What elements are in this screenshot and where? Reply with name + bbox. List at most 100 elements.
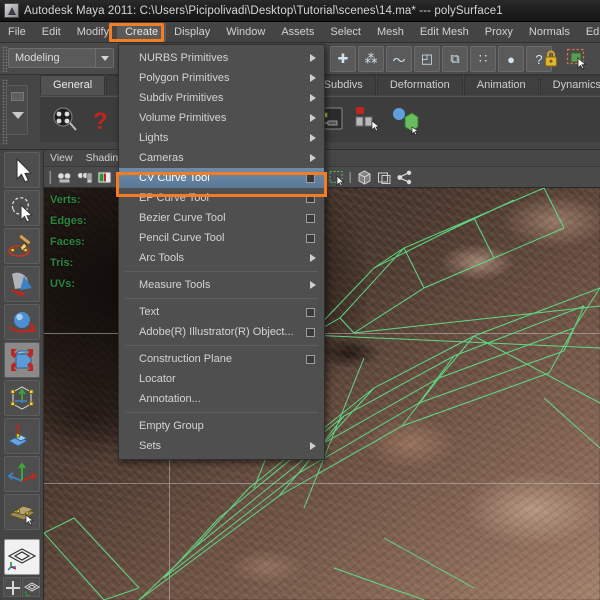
bookmark-icon[interactable] xyxy=(96,169,113,186)
option-box-icon[interactable] xyxy=(306,327,315,337)
hypershade-icon[interactable] xyxy=(396,169,413,186)
viewport-menu-view[interactable]: View xyxy=(50,152,73,164)
menu-window[interactable]: Window xyxy=(218,23,273,42)
option-box-icon[interactable] xyxy=(306,173,315,183)
scale-tool-icon[interactable] xyxy=(3,342,40,378)
make-live-icon[interactable]: ● xyxy=(498,46,524,72)
menu-item-lights[interactable]: Lights xyxy=(119,128,324,148)
menu-item-ep-curve-tool[interactable]: EP Curve Tool xyxy=(119,188,324,208)
menu-item-label: Adobe(R) Illustrator(R) Object... xyxy=(139,326,294,338)
menu-item-label: Measure Tools xyxy=(139,279,211,291)
rotate-tool-icon[interactable] xyxy=(3,304,40,340)
select-camera-icon[interactable] xyxy=(56,169,73,186)
guide-line-horizontal-2 xyxy=(44,483,600,484)
menu-proxy[interactable]: Proxy xyxy=(477,23,521,42)
selection-region-icon[interactable] xyxy=(566,48,588,70)
menu-item-empty-group[interactable]: Empty Group xyxy=(119,416,324,436)
menu-item-label: Cameras xyxy=(139,152,184,164)
menu-item-adobe-r-illustrator-r-object[interactable]: Adobe(R) Illustrator(R) Object... xyxy=(119,322,324,342)
move-tool-icon[interactable] xyxy=(3,266,40,302)
menu-item-volume-primitives[interactable]: Volume Primitives xyxy=(119,108,324,128)
snap-curve-icon[interactable]: ⁂ xyxy=(358,46,384,72)
menu-item-polygon-primitives[interactable]: Polygon Primitives xyxy=(119,68,324,88)
snap-surface-icon[interactable]: 〜 xyxy=(386,46,412,72)
menu-edit-curv[interactable]: Edit Curv xyxy=(578,23,600,42)
snap-button-group: ✚ ⁂ 〜 ◰ ⧉ ∷ ●? xyxy=(330,46,552,72)
menu-item-label: Text xyxy=(139,306,160,318)
submenu-arrow-icon xyxy=(310,281,316,289)
menu-edit[interactable]: Edit xyxy=(34,23,69,42)
panel-grip[interactable] xyxy=(48,169,53,186)
svg-text:?: ? xyxy=(93,108,108,135)
shelf-tab-animation[interactable]: Animation xyxy=(463,75,539,95)
snap-point-icon[interactable]: ∷ xyxy=(470,46,496,72)
soft-modification-tool-icon[interactable] xyxy=(3,418,40,454)
chevron-down-icon[interactable] xyxy=(95,49,113,67)
menu-item-label: Arc Tools xyxy=(139,252,185,264)
playblast-icon[interactable] xyxy=(46,103,80,137)
isolate-select-icon[interactable] xyxy=(328,169,345,186)
menu-item-locator[interactable]: Locator xyxy=(119,369,324,389)
submenu-arrow-icon xyxy=(310,442,316,450)
menu-set-dropdown[interactable]: Modeling xyxy=(8,48,114,68)
menu-display[interactable]: Display xyxy=(166,23,218,42)
menu-assets[interactable]: Assets xyxy=(273,23,322,42)
shelf-tab-general[interactable]: General xyxy=(40,75,106,95)
menu-separator xyxy=(125,412,318,413)
xray-icon[interactable] xyxy=(356,169,373,186)
lasso-select-tool-icon[interactable] xyxy=(3,190,40,226)
menu-create[interactable]: Create xyxy=(117,22,167,42)
camera-attributes-icon[interactable] xyxy=(76,169,93,186)
snap-view-plane-icon[interactable]: ◰ xyxy=(414,46,440,72)
menu-item-subdiv-primitives[interactable]: Subdiv Primitives xyxy=(119,88,324,108)
menu-item-measure-tools[interactable]: Measure Tools xyxy=(119,275,324,295)
menu-item-pencil-curve-tool[interactable]: Pencil Curve Tool xyxy=(119,228,324,248)
menu-item-arc-tools[interactable]: Arc Tools xyxy=(119,248,324,268)
menu-item-bezier-curve-tool[interactable]: Bezier Curve Tool xyxy=(119,208,324,228)
snap-construction-icon[interactable]: ⧉ xyxy=(442,46,468,72)
submenu-arrow-icon xyxy=(310,94,316,102)
option-box-icon[interactable] xyxy=(306,193,315,203)
maya-application-window: Autodesk Maya 2011: C:\Users\Picipolivad… xyxy=(0,0,600,600)
menu-modify[interactable]: Modify xyxy=(69,23,117,42)
option-box-icon[interactable] xyxy=(306,354,315,364)
option-box-icon[interactable] xyxy=(306,307,315,317)
menu-edit-mesh[interactable]: Edit Mesh xyxy=(412,23,477,42)
menu-item-annotation[interactable]: Annotation... xyxy=(119,389,324,409)
menu-select[interactable]: Select xyxy=(322,23,369,42)
paint-select-tool-icon[interactable] xyxy=(3,228,40,264)
submenu-arrow-icon xyxy=(310,254,316,262)
four-view-layout-icon[interactable] xyxy=(2,577,21,597)
help-line-icon[interactable]: ? xyxy=(84,103,118,137)
option-box-icon[interactable] xyxy=(306,213,315,223)
universal-manipulator-icon[interactable] xyxy=(3,380,40,416)
move-snap-grid-icon[interactable]: ✚ xyxy=(330,46,356,72)
lock-icon[interactable] xyxy=(543,49,559,69)
menu-item-construction-plane[interactable]: Construction Plane xyxy=(119,349,324,369)
shelf-tab-deformation[interactable]: Deformation xyxy=(376,75,463,95)
menu-item-sets[interactable]: Sets xyxy=(119,436,324,456)
last-tool-icon[interactable] xyxy=(3,494,40,530)
show-manipulator-tool-icon[interactable] xyxy=(3,456,40,492)
title-bar: Autodesk Maya 2011: C:\Users\Picipolivad… xyxy=(0,0,600,22)
menu-item-label: Construction Plane xyxy=(139,353,232,365)
menu-item-cv-curve-tool[interactable]: CV Curve Tool xyxy=(119,168,324,188)
menu-file[interactable]: File xyxy=(0,23,34,42)
single-perspective-layout-icon[interactable] xyxy=(3,539,40,575)
menu-item-cameras[interactable]: Cameras xyxy=(119,148,324,168)
menu-normals[interactable]: Normals xyxy=(521,23,578,42)
menu-item-text[interactable]: Text xyxy=(119,302,324,322)
persp-outliner-layout-icon[interactable] xyxy=(21,577,40,597)
menu-item-label: Empty Group xyxy=(139,420,204,432)
shelf-tab-dynamics[interactable]: Dynamics xyxy=(539,75,600,95)
select-tool-icon[interactable] xyxy=(3,152,40,188)
hud-edges: Edges: xyxy=(50,215,87,227)
connection-editor-icon[interactable] xyxy=(350,103,384,137)
menu-separator xyxy=(125,298,318,299)
menu-mesh[interactable]: Mesh xyxy=(369,23,412,42)
option-box-icon[interactable] xyxy=(306,233,315,243)
menu-item-nurbs-primitives[interactable]: NURBS Primitives xyxy=(119,48,324,68)
duplicate-icon[interactable] xyxy=(388,103,422,137)
xray-joints-icon[interactable] xyxy=(376,169,393,186)
shelf-tab-selector[interactable] xyxy=(6,85,28,135)
